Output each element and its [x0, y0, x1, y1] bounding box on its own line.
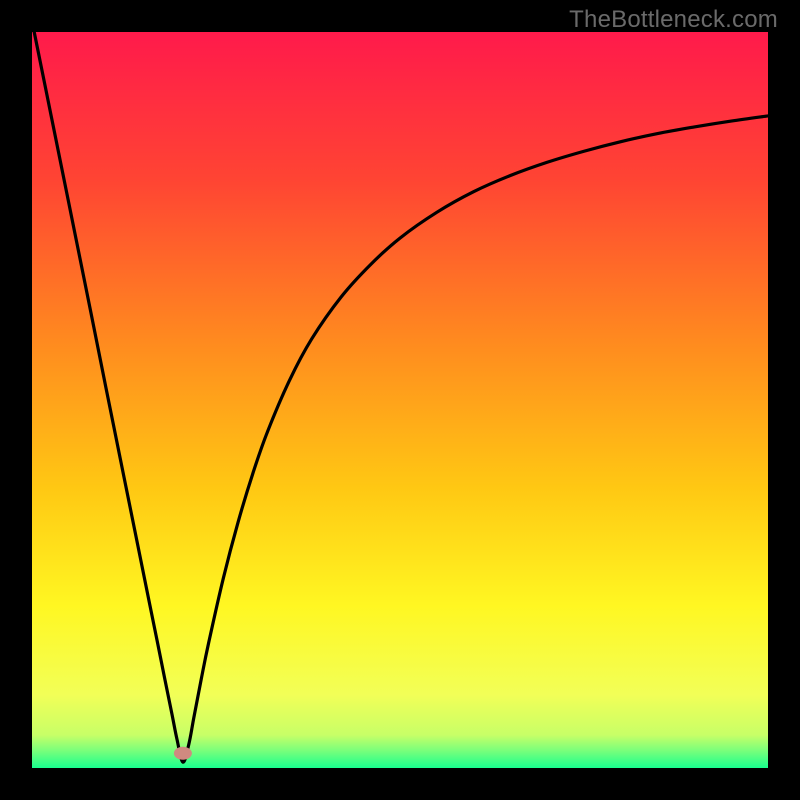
chart-svg	[32, 32, 768, 768]
optimum-marker	[174, 747, 192, 760]
watermark-text: TheBottleneck.com	[569, 6, 778, 34]
chart-background	[32, 32, 768, 768]
chart-container	[32, 32, 768, 768]
